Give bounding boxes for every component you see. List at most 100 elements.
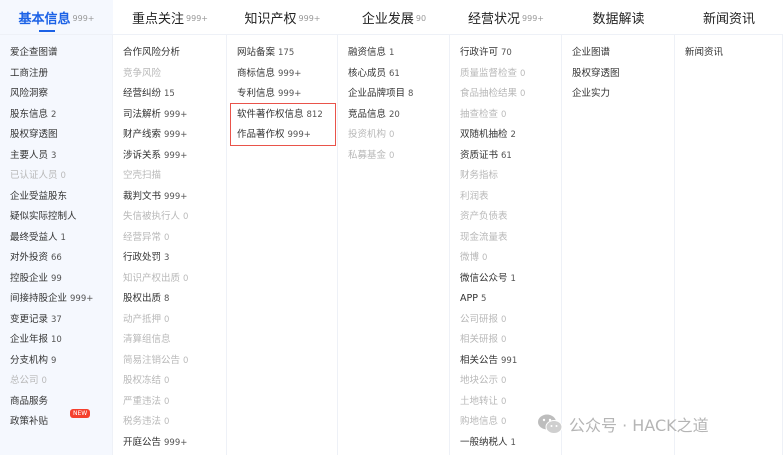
- tab-3[interactable]: 企业发展 90: [338, 0, 450, 34]
- menu-item[interactable]: 动产抵押 0: [123, 310, 226, 331]
- menu-item[interactable]: 软件著作权信息 812: [237, 105, 337, 126]
- wechat-icon: [538, 414, 563, 434]
- menu-item[interactable]: 商标信息 999+: [237, 64, 337, 85]
- menu-item-count: 2: [510, 130, 516, 140]
- menu-item[interactable]: 政策补贴 NEW: [10, 409, 112, 433]
- menu-item[interactable]: 控股企业 99: [10, 269, 112, 290]
- tab-5[interactable]: 数据解读: [562, 0, 675, 34]
- menu-item-count: 175: [278, 48, 295, 58]
- menu-item[interactable]: 企业实力: [572, 84, 674, 105]
- menu-item[interactable]: 相关研报 0: [460, 330, 561, 351]
- menu-item[interactable]: 已认证人员 0: [10, 166, 112, 187]
- menu-item[interactable]: 变更记录 37: [10, 310, 112, 331]
- menu-item[interactable]: 总公司 0: [10, 371, 112, 392]
- menu-item-count: 999+: [164, 191, 188, 202]
- menu-item[interactable]: 商品服务: [10, 392, 112, 413]
- menu-item[interactable]: 现金流量表: [460, 228, 561, 249]
- menu-item[interactable]: 食品抽检结果 0: [460, 84, 561, 105]
- menu-item[interactable]: 空壳扫描: [123, 166, 226, 187]
- menu-item[interactable]: 公司研报 0: [460, 310, 561, 331]
- tab-1[interactable]: 重点关注 999+: [113, 0, 227, 34]
- menu-item[interactable]: 地块公示 0: [460, 371, 561, 392]
- menu-item[interactable]: 清算组信息: [123, 330, 226, 351]
- menu-item-label: 微博: [460, 252, 480, 263]
- menu-item[interactable]: 失信被执行人 0: [123, 207, 226, 228]
- tab-0[interactable]: 基本信息 999+: [0, 0, 113, 34]
- menu-item[interactable]: 作品著作权 999+: [237, 125, 337, 146]
- watermark: 公众号 · HACK之道: [537, 412, 709, 436]
- menu-item[interactable]: 经营异常 0: [123, 228, 226, 249]
- menu-item[interactable]: 经营纠纷 15: [123, 84, 226, 105]
- menu-item[interactable]: 分支机构 9: [10, 351, 112, 372]
- menu-item[interactable]: 疑似实际控制人: [10, 207, 112, 228]
- tab-4[interactable]: 经营状况 999+: [450, 0, 562, 34]
- tab-2[interactable]: 知识产权 999+: [227, 0, 338, 34]
- menu-item[interactable]: 主要人员 3: [10, 146, 112, 167]
- menu-item[interactable]: 新闻资讯: [685, 43, 782, 64]
- menu-item[interactable]: 资质证书 61: [460, 146, 561, 167]
- menu-item[interactable]: 专利信息 999+: [237, 84, 337, 105]
- menu-item[interactable]: 合作风险分析: [123, 43, 226, 64]
- menu-item[interactable]: 质量监督检查 0: [460, 64, 561, 85]
- menu-item[interactable]: 私募基金 0: [348, 146, 449, 167]
- menu-item[interactable]: 企业图谱: [572, 43, 674, 64]
- menu-item[interactable]: 资产负债表: [460, 207, 561, 228]
- menu-item-label: 股东信息: [10, 108, 49, 120]
- menu-item[interactable]: 企业品牌项目 8: [348, 84, 449, 105]
- menu-item[interactable]: 网站备案 175: [237, 43, 337, 64]
- menu-item[interactable]: 微信公众号 1: [460, 269, 561, 290]
- menu-item[interactable]: 相关公告 991: [460, 351, 561, 372]
- menu-item[interactable]: 财务指标: [460, 166, 561, 187]
- menu-item[interactable]: 股权穿透图: [572, 64, 674, 85]
- column-1: 合作风险分析 竞争风险 经营纠纷 15 司法解析 999+ 财产线索 999+ 涉诉关系 999+…: [113, 35, 227, 455]
- menu-item-label: 财务指标: [460, 170, 499, 181]
- menu-item[interactable]: 股东信息 2: [10, 105, 112, 126]
- menu-item[interactable]: 间接持股企业 999+: [10, 289, 112, 310]
- menu-item[interactable]: 双随机抽检 2: [460, 125, 561, 146]
- menu-item-count: 66: [51, 253, 62, 263]
- menu-item-label: 资质证书: [460, 149, 499, 161]
- menu-item-count: 0: [164, 417, 170, 427]
- menu-item[interactable]: 竞品信息 20: [348, 105, 449, 126]
- menu-item[interactable]: 财产线索 999+: [123, 125, 226, 146]
- menu-item-label: APP: [460, 293, 478, 304]
- menu-item[interactable]: 土地转让 0: [460, 392, 561, 413]
- menu-item[interactable]: 司法解析 999+: [123, 105, 226, 126]
- menu-item-count: 0: [482, 253, 488, 263]
- menu-item[interactable]: APP 5: [460, 289, 561, 310]
- menu-item[interactable]: 竞争风险: [123, 64, 226, 85]
- menu-item[interactable]: 对外投资 66: [10, 248, 112, 269]
- menu-item[interactable]: 微博 0: [460, 248, 561, 269]
- menu-item-label: 对外投资: [10, 252, 49, 263]
- menu-item[interactable]: 企业年报 10: [10, 330, 112, 351]
- menu-item-label: 股权穿透图: [572, 67, 620, 79]
- tab-6[interactable]: 新闻资讯: [675, 0, 783, 34]
- menu-item[interactable]: 行政处罚 3: [123, 248, 226, 269]
- menu-item-label: 网站备案: [237, 47, 276, 58]
- menu-item[interactable]: 知识产权出质 0: [123, 269, 226, 290]
- menu-item[interactable]: 行政许可 70: [460, 43, 561, 64]
- menu-item[interactable]: 核心成员 61: [348, 64, 449, 85]
- menu-item[interactable]: 企业受益股东: [10, 187, 112, 208]
- menu-item[interactable]: 投资机构 0: [348, 125, 449, 146]
- menu-item[interactable]: 爱企查图谱: [10, 43, 112, 64]
- menu-item[interactable]: 风险洞察: [10, 84, 112, 105]
- menu-item-label: 企业受益股东: [10, 190, 68, 202]
- menu-item[interactable]: 简易注销公告 0: [123, 351, 226, 372]
- menu-item[interactable]: 融资信息 1: [348, 43, 449, 64]
- menu-item[interactable]: 最终受益人 1: [10, 228, 112, 249]
- menu-item[interactable]: 涉诉关系 999+: [123, 146, 226, 167]
- menu-item[interactable]: 股权出质 8: [123, 289, 226, 310]
- menu-item[interactable]: 严重违法 0: [123, 392, 226, 413]
- menu-item[interactable]: 股权穿透图: [10, 125, 112, 146]
- menu-item[interactable]: 税务违法 0: [123, 412, 226, 433]
- menu-item-count: 0: [60, 171, 66, 181]
- menu-item-count: 999+: [164, 437, 188, 448]
- menu-item-label: 失信被执行人: [123, 211, 181, 222]
- menu-item[interactable]: 股权冻结 0: [123, 371, 226, 392]
- menu-item[interactable]: 利润表: [460, 187, 561, 208]
- menu-item[interactable]: 工商注册: [10, 64, 112, 85]
- menu-item[interactable]: 裁判文书 999+: [123, 187, 226, 208]
- menu-item[interactable]: 抽查检查 0: [460, 105, 561, 126]
- menu-item[interactable]: 开庭公告 999+: [123, 433, 226, 454]
